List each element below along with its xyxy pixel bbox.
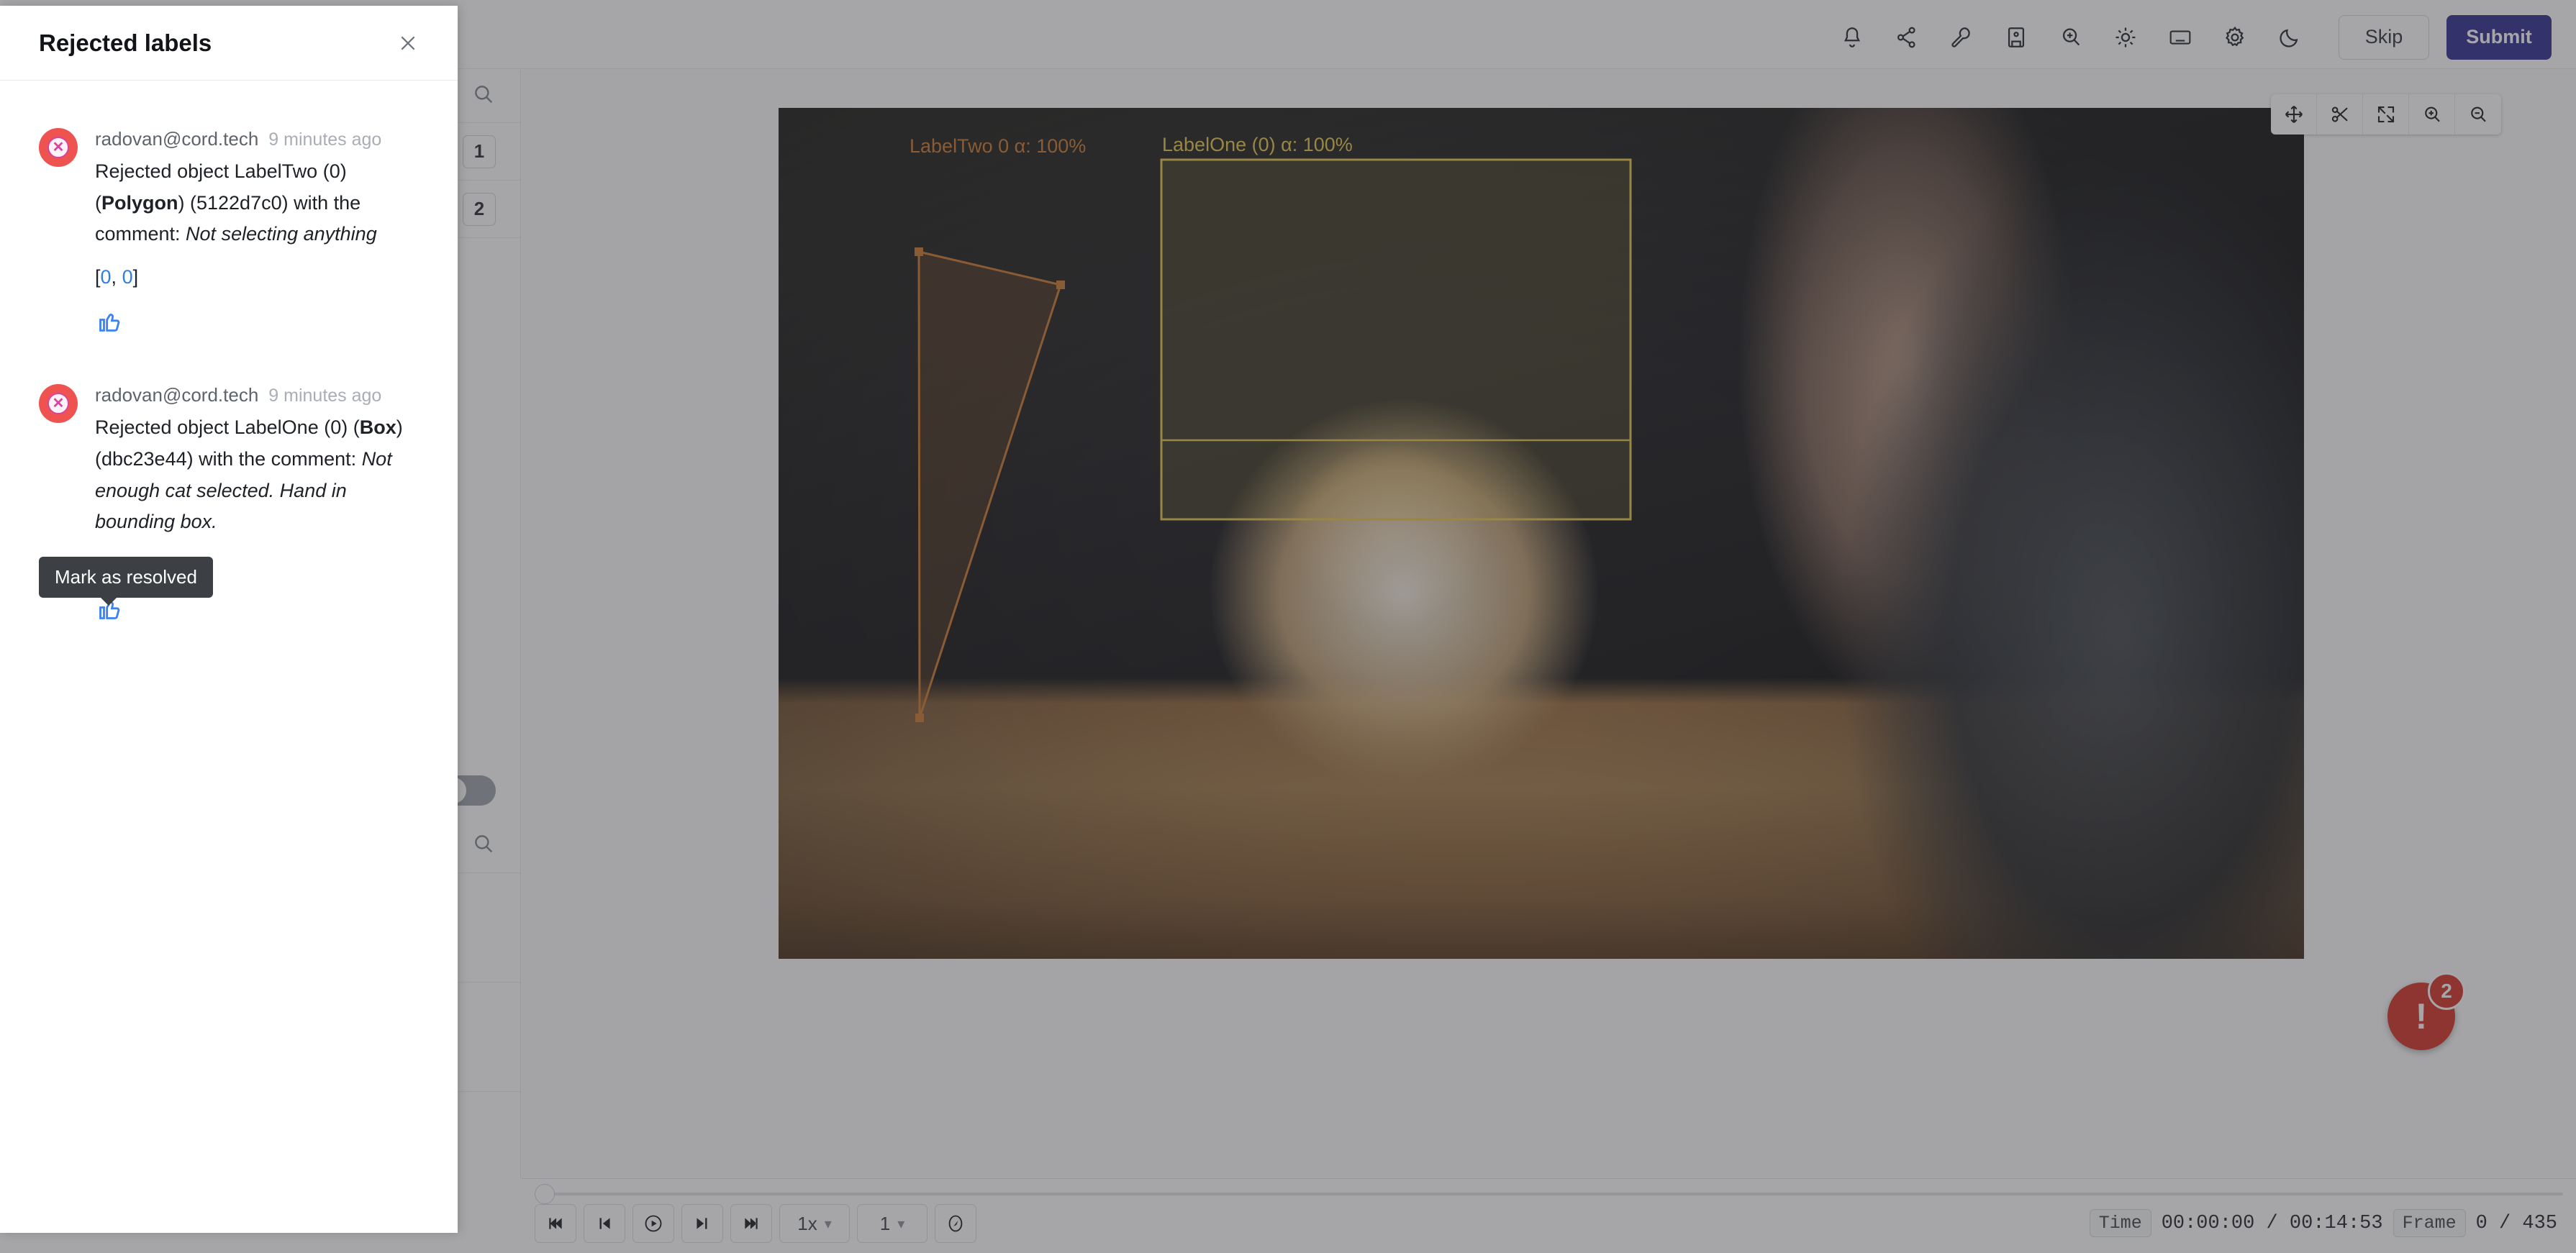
issue-coordinates: [0, 0]: [95, 266, 423, 288]
brightness-icon[interactable]: [2098, 16, 2153, 59]
search-icon[interactable]: [471, 831, 496, 860]
annotation-layer: [915, 158, 1632, 722]
video-stage[interactable]: LabelTwo 0 α: 100% LabelOne (0) α: 100%: [779, 108, 2304, 959]
issues-count-badge: 2: [2428, 972, 2465, 1010]
annotation-vertex[interactable]: [915, 714, 924, 722]
issue-timestamp: 9 minutes ago: [268, 386, 382, 406]
annotation-vertex[interactable]: [1056, 281, 1065, 289]
chevron-down-icon: ▾: [824, 1216, 832, 1232]
timeline-track[interactable]: [552, 1193, 2563, 1195]
time-frame-readout: Time 00:00:00 / 00:14:53 Frame 0 / 435: [2089, 1209, 2557, 1237]
drawer-header: Rejected labels: [0, 6, 458, 81]
share-icon[interactable]: [1879, 16, 1934, 59]
issue-author: radovan@cord.tech: [95, 128, 259, 150]
chevron-down-icon: ▾: [897, 1216, 905, 1232]
frame-label: Frame: [2393, 1209, 2466, 1237]
issue-actions: [95, 307, 423, 340]
drawer-title: Rejected labels: [39, 29, 212, 56]
coords-close: ]: [132, 266, 139, 288]
issue-shape-type: Box: [359, 416, 396, 439]
compass-icon[interactable]: [935, 1204, 976, 1243]
moon-icon[interactable]: [2262, 16, 2317, 59]
annotation-vertex[interactable]: [915, 247, 923, 256]
video-player-bar: 1x ▾ 1 ▾ Time 00:00:00 / 00:14:53 Frame …: [522, 1178, 2576, 1253]
next-frame-button[interactable]: [681, 1204, 723, 1243]
annotation-box-labelone[interactable]: [1160, 158, 1632, 521]
rejected-status-icon: ✕: [39, 384, 78, 424]
issue-meta: radovan@cord.tech 9 minutes ago: [95, 128, 423, 150]
save-icon[interactable]: [1989, 16, 2044, 59]
issue-timestamp: 9 minutes ago: [268, 129, 382, 150]
move-icon[interactable]: [2271, 94, 2317, 135]
keyboard-icon[interactable]: [2153, 16, 2208, 59]
rejected-issue-item: ✕ radovan@cord.tech 9 minutes ago Reject…: [0, 112, 458, 368]
scissors-icon[interactable]: [2317, 94, 2363, 135]
search-icon[interactable]: [471, 82, 496, 110]
frame-step-value: 1: [879, 1212, 891, 1234]
coord-x[interactable]: 0: [101, 266, 112, 288]
play-button[interactable]: [632, 1204, 674, 1243]
frame-value: 0 / 435: [2475, 1212, 2557, 1234]
coord-y[interactable]: 0: [122, 266, 133, 288]
time-label: Time: [2089, 1209, 2151, 1237]
thumbs-up-icon[interactable]: [95, 307, 124, 336]
issue-content: radovan@cord.tech 9 minutes ago Rejected…: [95, 128, 423, 340]
canvas-toolbar: [2271, 94, 2501, 135]
rejected-labels-drawer: Rejected labels ✕ radovan@cord.tech 9 mi…: [0, 6, 458, 1233]
submit-button[interactable]: Submit: [2446, 14, 2552, 60]
playback-controls: 1x ▾ 1 ▾: [535, 1204, 976, 1243]
rejected-issue-item: ✕ radovan@cord.tech 9 minutes ago Reject…: [0, 368, 458, 656]
playback-speed-select[interactable]: 1x ▾: [779, 1204, 850, 1243]
issue-author: radovan@cord.tech: [95, 384, 259, 406]
previous-frame-button[interactable]: [584, 1204, 625, 1243]
issue-description: Rejected object LabelTwo (0) (Polygon) (…: [95, 156, 423, 250]
issue-comment: Not selecting anything: [186, 223, 377, 245]
issue-prefix: Rejected object LabelOne (0) (: [95, 416, 360, 439]
skip-button[interactable]: Skip: [2339, 14, 2429, 60]
coords-separator: ,: [111, 266, 122, 288]
issues-fab-wrapper: ! 2: [2387, 972, 2465, 1050]
zoom-out-icon[interactable]: [2455, 94, 2501, 135]
playback-speed-value: 1x: [797, 1212, 817, 1234]
rejected-status-icon: ✕: [39, 128, 78, 167]
mark-as-resolved-tooltip: Mark as resolved: [39, 557, 213, 606]
annotation-polygon-labeltwo[interactable]: [917, 250, 1062, 719]
timeline-scrubber[interactable]: [535, 1184, 2563, 1204]
close-icon[interactable]: [390, 25, 426, 61]
drawer-body: ✕ radovan@cord.tech 9 minutes ago Reject…: [0, 81, 458, 1233]
zoom-in-icon[interactable]: [2044, 16, 2098, 59]
issue-actions: [95, 595, 423, 627]
coords-open: [: [95, 266, 101, 288]
app-window: Skip Submit 1 2 ame: [0, 0, 2576, 1253]
issue-shape-type: Polygon: [101, 191, 178, 214]
issue-description: Rejected object LabelOne (0) (Box) (dbc2…: [95, 412, 423, 538]
expand-icon[interactable]: [2363, 94, 2409, 135]
bell-icon[interactable]: [1825, 16, 1879, 59]
badge-count-one: 1: [463, 135, 496, 168]
gear-icon[interactable]: [2208, 16, 2262, 59]
timeline-handle[interactable]: [535, 1184, 555, 1204]
skip-to-start-button[interactable]: [535, 1204, 576, 1243]
canvas-area: LabelTwo 0 α: 100% LabelOne (0) α: 100%: [522, 70, 2576, 1178]
zoom-in-icon[interactable]: [2409, 94, 2455, 135]
issue-meta: radovan@cord.tech 9 minutes ago: [95, 384, 423, 406]
skip-to-end-button[interactable]: [730, 1204, 772, 1243]
frame-step-select[interactable]: 1 ▾: [857, 1204, 928, 1243]
wrench-icon[interactable]: [1934, 16, 1989, 59]
time-value: 00:00:00 / 00:14:53: [2161, 1212, 2383, 1234]
badge-count-two: 2: [463, 192, 496, 226]
